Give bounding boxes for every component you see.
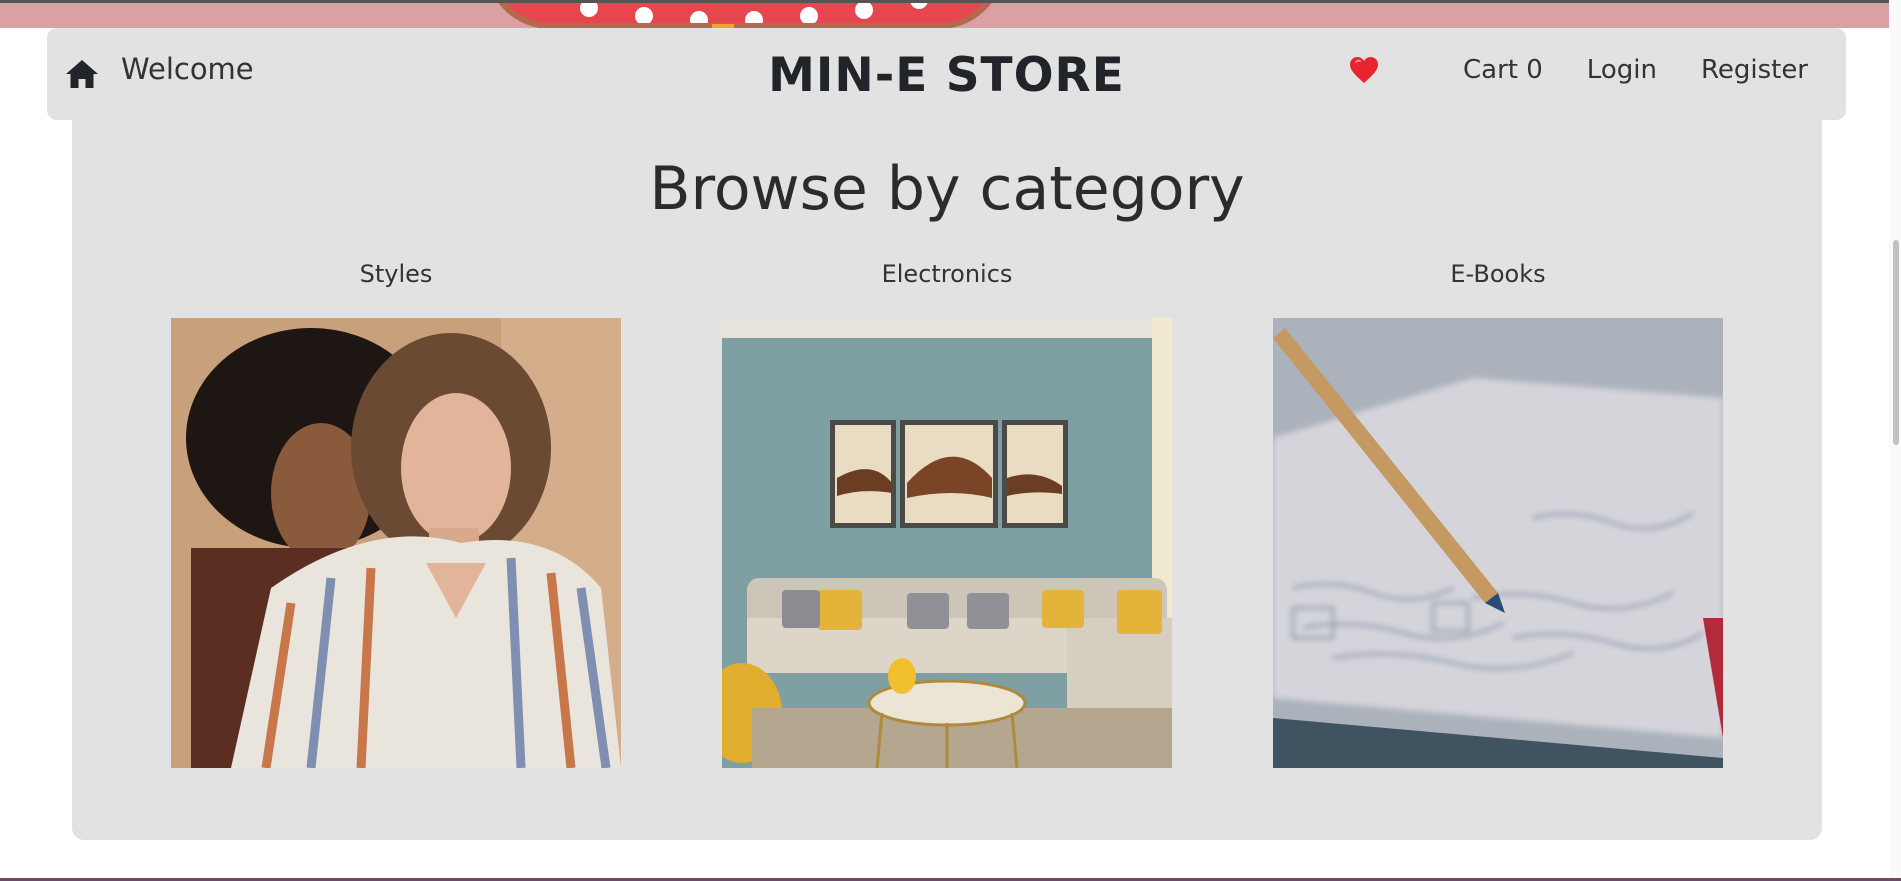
page-scrollbar[interactable] bbox=[1889, 0, 1901, 881]
category-card-styles[interactable]: Styles bbox=[171, 260, 621, 768]
category-image-electronics[interactable] bbox=[722, 318, 1172, 768]
hero-skin-edge bbox=[485, 3, 1005, 28]
hero-banner-strip bbox=[0, 0, 1901, 28]
category-card-electronics[interactable]: Electronics bbox=[722, 260, 1172, 768]
heart-icon[interactable] bbox=[1349, 56, 1379, 84]
scrollbar-thumb[interactable] bbox=[1893, 240, 1899, 445]
section-title: Browse by category bbox=[649, 154, 1245, 224]
category-card-ebooks[interactable]: E-Books bbox=[1273, 260, 1723, 768]
category-image-ebooks[interactable] bbox=[1273, 318, 1723, 768]
register-link[interactable]: Register bbox=[1701, 55, 1808, 85]
navbar: Welcome MIN-E STORE Cart 0 Login Registe… bbox=[47, 28, 1846, 120]
cart-link[interactable]: Cart 0 bbox=[1463, 55, 1543, 85]
nav-right-group: Cart 0 Login Register bbox=[1349, 55, 1808, 85]
category-label[interactable]: E-Books bbox=[1273, 260, 1723, 300]
category-panel: Browse by category Styles Electronics E-… bbox=[72, 104, 1822, 840]
login-link[interactable]: Login bbox=[1587, 55, 1657, 85]
category-label[interactable]: Electronics bbox=[722, 260, 1172, 300]
category-label[interactable]: Styles bbox=[171, 260, 621, 300]
category-image-styles[interactable] bbox=[171, 318, 621, 768]
